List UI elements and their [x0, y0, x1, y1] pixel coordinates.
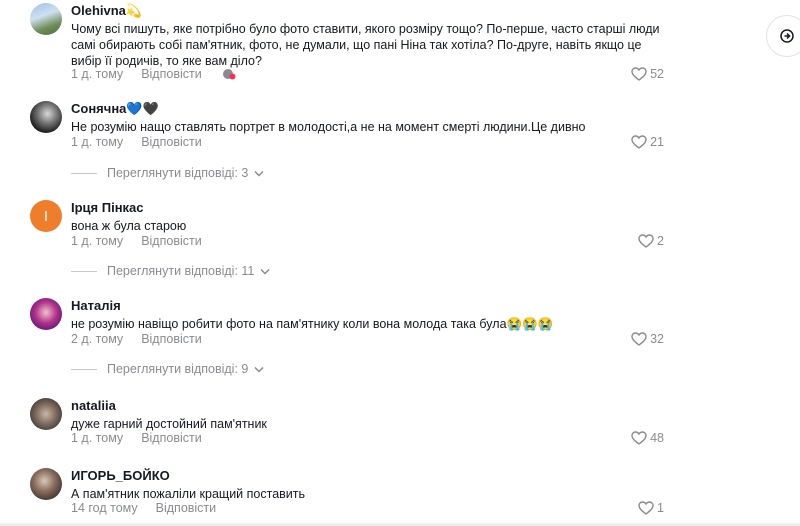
comment-text: не розумію навіщо робити фото на пам'ятн… [71, 317, 554, 331]
like-count: 2 [657, 234, 664, 248]
comment-meta: 1 д. тому Відповісти [71, 431, 202, 445]
avatar[interactable]: I [30, 200, 62, 232]
comment-time: 1 д. тому [71, 431, 124, 445]
share-icon [780, 29, 794, 43]
heart-outline-icon [631, 67, 647, 81]
comment-time: 1 д. тому [71, 67, 124, 81]
reply-button[interactable]: Відповісти [141, 234, 202, 248]
reply-button[interactable]: Відповісти [141, 67, 202, 81]
heart-outline-icon [638, 234, 654, 248]
view-replies-label: Переглянути відповіді: 9 [107, 362, 249, 376]
avatar[interactable] [30, 468, 62, 500]
side-action-button[interactable] [766, 15, 800, 57]
comment-text: А пам'ятник пожаліли кращий поставить [71, 487, 306, 501]
comment-text: Не розумію нащо ставлять портрет в молод… [71, 120, 586, 134]
reply-button[interactable]: Відповісти [141, 135, 202, 149]
like-button[interactable]: 52 [631, 67, 664, 81]
avatar[interactable] [30, 101, 62, 133]
view-replies-button[interactable]: Переглянути відповіді: 3 [71, 166, 264, 180]
comment-username[interactable]: Наталія [71, 298, 671, 313]
comment-meta: 1 д. тому Відповісти [71, 135, 202, 149]
comment-time: 14 год тому [71, 501, 138, 515]
creator-reply-icon [222, 68, 236, 80]
reply-button[interactable]: Відповісти [141, 431, 202, 445]
like-button[interactable]: 48 [631, 431, 664, 445]
like-count: 32 [650, 332, 664, 346]
comment-username[interactable]: ИГОРЬ_БОЙКО [71, 468, 671, 483]
avatar[interactable] [30, 3, 62, 35]
like-button[interactable]: 21 [631, 135, 664, 149]
comment-meta: 1 д. тому Відповісти [71, 234, 202, 248]
divider [71, 270, 97, 272]
avatar[interactable] [30, 398, 62, 430]
heart-outline-icon [631, 332, 647, 346]
view-replies-button[interactable]: Переглянути відповіді: 9 [71, 362, 264, 376]
chevron-down-icon [254, 366, 264, 373]
chevron-down-icon [254, 170, 264, 177]
comment-text: Чому всі пишуть, яке потрібно було фото … [71, 22, 660, 68]
like-button[interactable]: 1 [638, 501, 664, 515]
comment-username[interactable]: Сонячна💙🖤 [71, 101, 671, 116]
comment-username[interactable]: nataliia [71, 398, 671, 413]
comment-meta: 1 д. тому Відповісти [71, 67, 236, 81]
like-button[interactable]: 32 [631, 332, 664, 346]
avatar-letter: I [43, 207, 49, 225]
like-count: 52 [650, 67, 664, 81]
comment-text: вона ж була старою [71, 219, 187, 233]
comment-meta: 2 д. тому Відповісти [71, 332, 202, 346]
comment-time: 1 д. тому [71, 135, 124, 149]
chevron-down-icon [260, 268, 270, 275]
divider [71, 368, 97, 370]
divider [71, 172, 97, 174]
like-count: 21 [650, 135, 664, 149]
comment-meta: 14 год тому Відповісти [71, 501, 216, 515]
like-count: 48 [650, 431, 664, 445]
view-replies-label: Переглянути відповіді: 11 [107, 264, 255, 278]
comment-text: дуже гарний достойний пам'ятник [71, 417, 267, 431]
comment-time: 2 д. тому [71, 332, 124, 346]
heart-outline-icon [631, 135, 647, 149]
comment-username[interactable]: Olehivna💫 [71, 3, 671, 18]
reply-button[interactable]: Відповісти [156, 501, 217, 515]
heart-outline-icon [631, 431, 647, 445]
view-replies-label: Переглянути відповіді: 3 [107, 166, 249, 180]
like-button[interactable]: 2 [638, 234, 664, 248]
view-replies-button[interactable]: Переглянути відповіді: 11 [71, 264, 270, 278]
comment-username[interactable]: Ірця Пінкас [71, 200, 671, 215]
reply-button[interactable]: Відповісти [141, 332, 202, 346]
like-count: 1 [657, 501, 664, 515]
heart-outline-icon [638, 501, 654, 515]
comment-time: 1 д. тому [71, 234, 124, 248]
avatar[interactable] [30, 298, 62, 330]
